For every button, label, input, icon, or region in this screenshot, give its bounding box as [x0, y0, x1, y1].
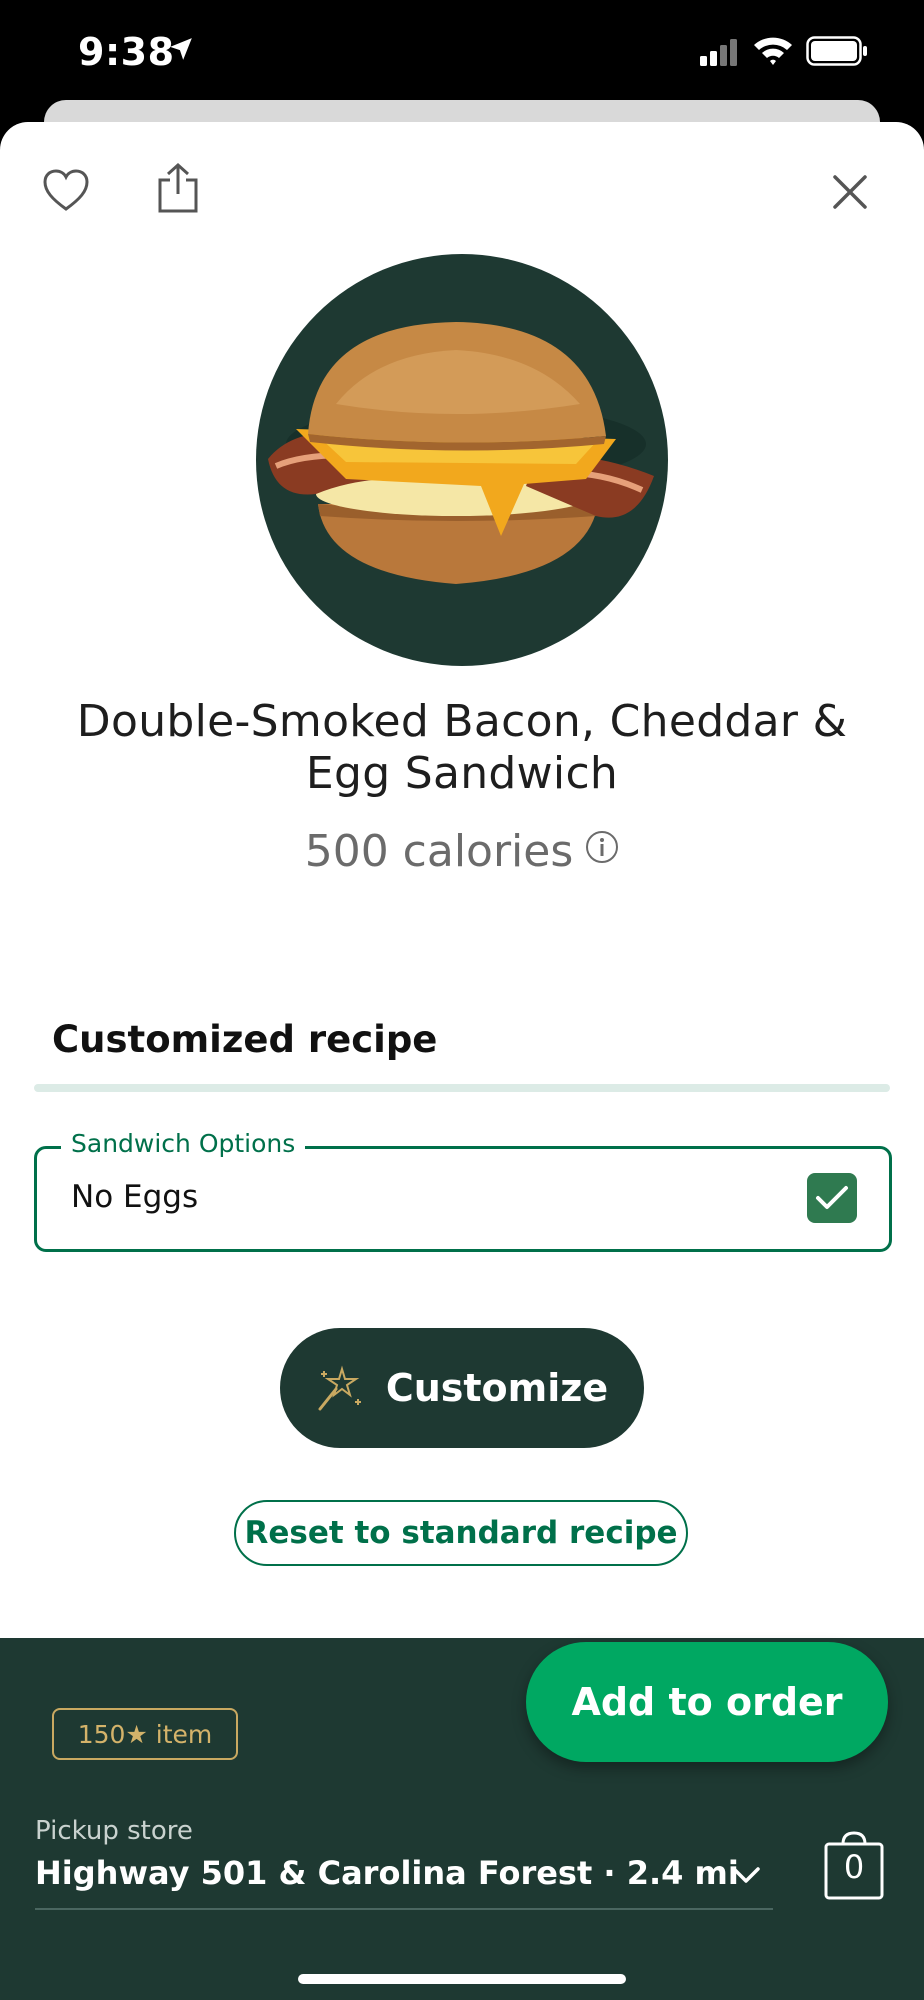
share-button[interactable] [150, 160, 206, 216]
share-icon [158, 162, 198, 213]
battery-icon [806, 36, 867, 66]
option-group-label: Sandwich Options [61, 1129, 306, 1158]
pickup-label: Pickup store [35, 1816, 193, 1846]
close-button[interactable] [822, 164, 878, 220]
checkmark-icon [816, 1186, 848, 1209]
favorite-button[interactable] [38, 162, 94, 218]
cellular-signal-icon [700, 39, 737, 66]
location-arrow-icon [170, 38, 192, 60]
option-value: No Eggs [71, 1179, 199, 1215]
status-bar: 9:38 [0, 0, 924, 110]
close-icon [833, 175, 867, 209]
section-divider [34, 1084, 890, 1092]
chevron-down-icon[interactable] [728, 1862, 764, 1888]
customize-label: Customize [385, 1366, 609, 1410]
bag-count: 0 [843, 1848, 865, 1886]
pickup-store[interactable]: Highway 501 & Carolina Forest · 2.4 mi [35, 1854, 739, 1892]
pickup-underline [35, 1908, 773, 1910]
customize-button[interactable]: Customize [280, 1328, 644, 1448]
stars-badge: 150★ item [52, 1708, 238, 1760]
product-image [256, 254, 668, 666]
wifi-icon [754, 37, 792, 65]
sandwich-options-field[interactable]: Sandwich Options No Eggs [34, 1129, 892, 1252]
magic-wand-icon [318, 1365, 361, 1411]
calories-row: 500 calories [0, 826, 924, 877]
calories-text: 500 calories [304, 826, 574, 877]
product-title: Double-Smoked Bacon, Cheddar & Egg Sandw… [76, 696, 848, 799]
reset-recipe-button[interactable]: Reset to standard recipe [234, 1500, 688, 1566]
section-heading: Customized recipe [52, 1018, 438, 1061]
info-icon[interactable] [585, 830, 619, 864]
status-time: 9:38 [78, 30, 175, 74]
heart-icon [43, 169, 89, 211]
home-indicator[interactable] [298, 1974, 626, 1984]
bag-button[interactable]: 0 [824, 1830, 884, 1900]
option-checkbox[interactable] [807, 1173, 857, 1223]
add-to-order-button[interactable]: Add to order [526, 1642, 888, 1762]
